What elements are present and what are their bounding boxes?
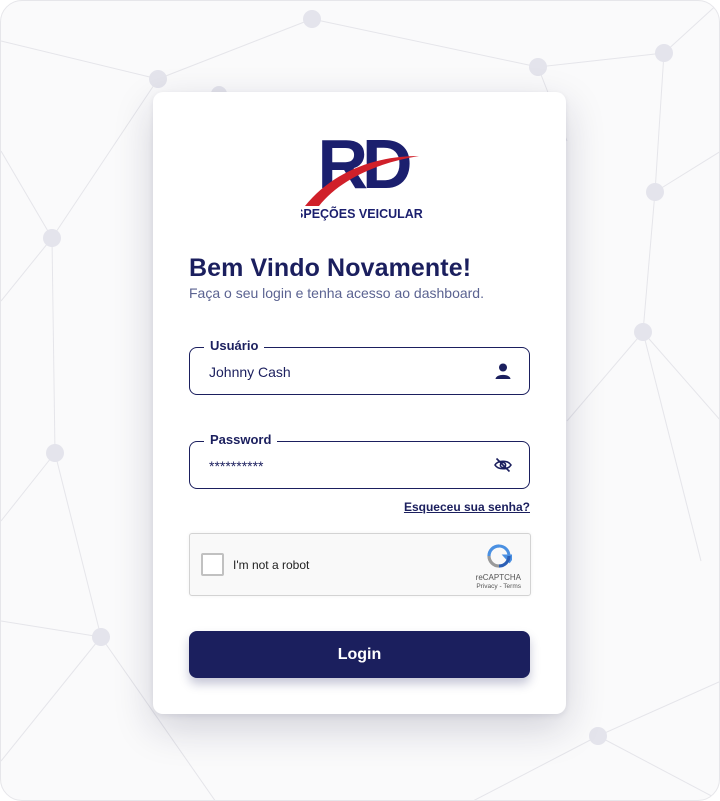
- recaptcha-icon: [487, 544, 512, 568]
- username-field[interactable]: Usuário Johnny Cash: [189, 337, 530, 395]
- login-card: RD INSPEÇÕES VEICULARES Bem Vindo Novame…: [153, 92, 566, 714]
- eye-off-icon[interactable]: [494, 456, 512, 474]
- rd-inspecoes-logo: RD INSPEÇÕES VEICULARES: [301, 126, 423, 221]
- logo-subtitle: INSPEÇÕES VEICULARES: [301, 206, 423, 221]
- password-value[interactable]: **********: [209, 457, 263, 475]
- page-subtitle: Faça o seu login e tenha acesso ao dashb…: [189, 285, 484, 301]
- recaptcha-label: I'm not a robot: [233, 558, 310, 572]
- login-button[interactable]: Login: [189, 631, 530, 678]
- username-value[interactable]: Johnny Cash: [209, 363, 291, 381]
- recaptcha-brand: reCAPTCHA: [475, 573, 521, 582]
- user-icon: [495, 363, 511, 379]
- recaptcha-privacy-terms[interactable]: Privacy - Terms: [476, 583, 521, 590]
- page-title: Bem Vindo Novamente!: [189, 254, 472, 282]
- password-label: Password: [204, 431, 278, 449]
- username-label: Usuário: [204, 337, 265, 355]
- recaptcha-checkbox[interactable]: [201, 553, 224, 576]
- forgot-password-link[interactable]: Esqueceu sua senha?: [404, 500, 530, 514]
- password-field[interactable]: Password **********: [189, 431, 530, 489]
- recaptcha-widget: I'm not a robot reCAPTCHA Privacy - Term…: [189, 533, 531, 596]
